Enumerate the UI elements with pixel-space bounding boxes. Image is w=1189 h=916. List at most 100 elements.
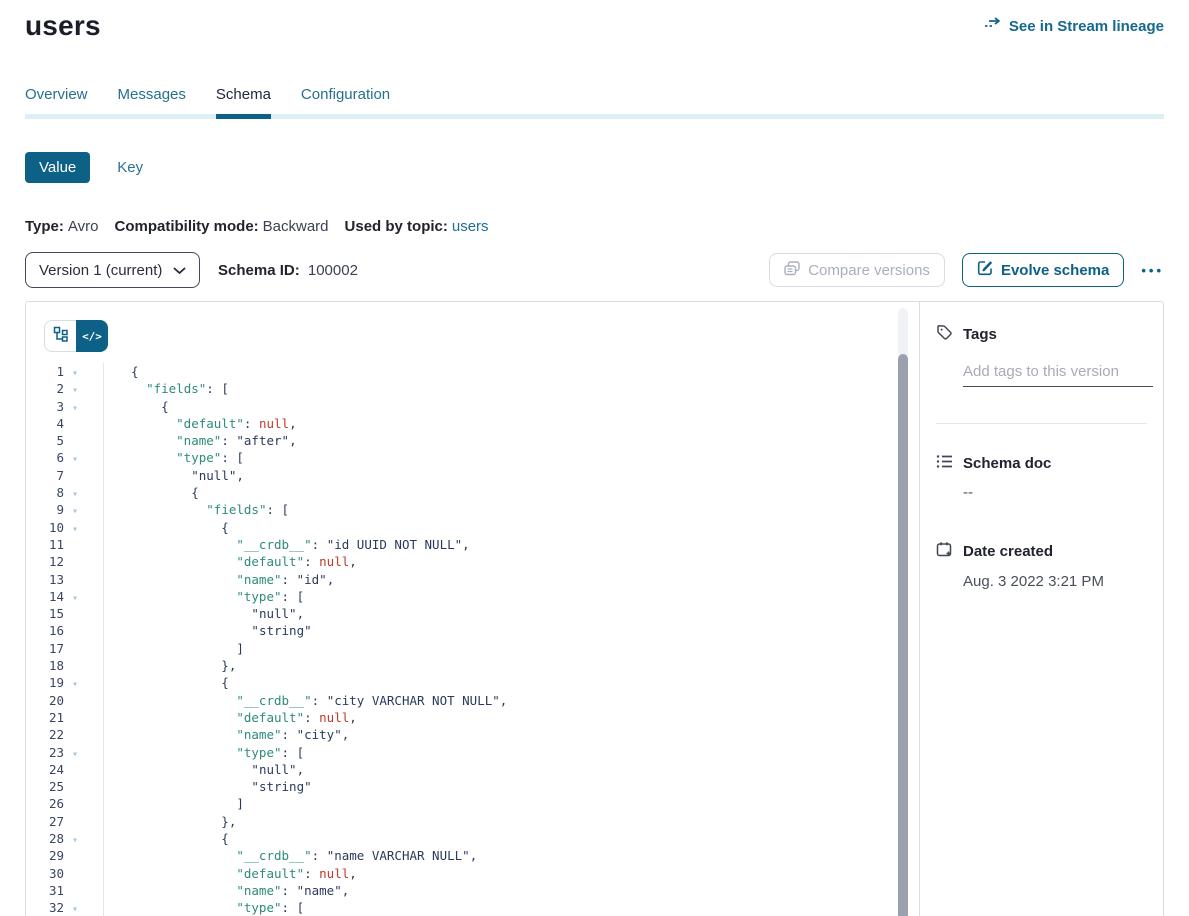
evolve-schema-button[interactable]: Evolve schema xyxy=(962,253,1124,287)
fold-arrow-icon[interactable]: ▾ xyxy=(64,484,104,501)
fold-gutter xyxy=(64,536,104,553)
schema-id-label: Schema ID: xyxy=(218,262,300,279)
fold-arrow-icon[interactable]: ▾ xyxy=(64,899,104,916)
code-text: "null", xyxy=(104,761,304,778)
fold-arrow-icon[interactable]: ▾ xyxy=(64,519,104,536)
code-text: { xyxy=(104,830,229,847)
line-number: 29 xyxy=(26,847,64,864)
fold-arrow-icon[interactable]: ▾ xyxy=(64,501,104,518)
tab-underline-track xyxy=(25,114,1164,119)
fold-arrow-icon[interactable]: ▾ xyxy=(64,744,104,761)
code-line: 24 "null", xyxy=(26,761,919,778)
fold-gutter xyxy=(64,761,104,778)
compatibility-label: Compatibility mode: xyxy=(114,218,258,235)
fold-arrow-icon[interactable]: ▾ xyxy=(64,398,104,415)
line-number: 5 xyxy=(26,432,64,449)
date-created-section-header: Date created xyxy=(936,541,1147,562)
fold-gutter xyxy=(64,415,104,432)
tab-schema[interactable]: Schema xyxy=(216,86,271,119)
code-text: { xyxy=(104,519,229,536)
line-number: 7 xyxy=(26,467,64,484)
code-view-button[interactable]: </> xyxy=(76,320,108,352)
code-text: "fields": [ xyxy=(104,380,229,397)
code-line: 6▾ "type": [ xyxy=(26,449,919,466)
line-number: 26 xyxy=(26,795,64,812)
code-text: "default": null, xyxy=(104,553,357,570)
add-tags-input[interactable] xyxy=(963,359,1153,387)
fold-arrow-icon[interactable]: ▾ xyxy=(64,830,104,847)
topic-link[interactable]: users xyxy=(452,218,489,235)
key-toggle-button[interactable]: Key xyxy=(117,159,143,176)
fold-gutter xyxy=(64,865,104,882)
code-line: 4 "default": null, xyxy=(26,415,919,432)
line-number: 22 xyxy=(26,726,64,743)
code-text: "null", xyxy=(104,605,304,622)
fold-arrow-icon[interactable]: ▾ xyxy=(64,380,104,397)
compatibility-value: Backward xyxy=(263,218,329,235)
line-number: 11 xyxy=(26,536,64,553)
version-select-value: Version 1 (current) xyxy=(39,262,162,279)
code-text: "default": null, xyxy=(104,865,357,882)
code-line: 7 "null", xyxy=(26,467,919,484)
code-text: "__crdb__": "city VARCHAR NOT NULL", xyxy=(104,692,507,709)
editor-view-toggle: </> xyxy=(26,302,919,352)
code-text: ] xyxy=(104,640,244,657)
code-line: 32▾ "type": [ xyxy=(26,899,919,916)
code-line: 18 }, xyxy=(26,657,919,674)
line-number: 8 xyxy=(26,484,64,501)
line-number: 15 xyxy=(26,605,64,622)
calendar-icon xyxy=(936,541,953,562)
value-toggle-button[interactable]: Value xyxy=(25,152,90,183)
schema-doc-title: Schema doc xyxy=(963,455,1051,472)
tree-view-button[interactable] xyxy=(44,320,76,352)
fold-gutter xyxy=(64,847,104,864)
code-text: { xyxy=(104,484,199,501)
line-number: 31 xyxy=(26,882,64,899)
code-line: 14▾ "type": [ xyxy=(26,588,919,605)
code-text: "name": "name", xyxy=(104,882,349,899)
fold-arrow-icon[interactable]: ▾ xyxy=(64,363,104,380)
code-text: "default": null, xyxy=(104,415,297,432)
fold-gutter xyxy=(64,692,104,709)
line-number: 30 xyxy=(26,865,64,882)
type-label: Type: xyxy=(25,218,64,235)
stream-lineage-link[interactable]: See in Stream lineage xyxy=(984,17,1164,35)
code-scrollbar[interactable] xyxy=(898,308,908,916)
tags-section-header: Tags xyxy=(936,324,1147,345)
sidebar-divider xyxy=(936,423,1147,424)
line-number: 6 xyxy=(26,449,64,466)
line-number: 9 xyxy=(26,501,64,518)
code-line: 15 "null", xyxy=(26,605,919,622)
schema-code-panel: </> 1▾{2▾ "fields": [3▾ {4 "default": nu… xyxy=(26,302,919,916)
fold-gutter xyxy=(64,553,104,570)
code-line: 19▾ { xyxy=(26,674,919,691)
fold-gutter xyxy=(64,657,104,674)
code-line: 9▾ "fields": [ xyxy=(26,501,919,518)
schema-doc-section-header: Schema doc xyxy=(936,454,1147,473)
code-text: "type": [ xyxy=(104,744,304,761)
code-text: }, xyxy=(104,657,236,674)
fold-arrow-icon[interactable]: ▾ xyxy=(64,588,104,605)
code-line: 5 "name": "after", xyxy=(26,432,919,449)
code-text: "fields": [ xyxy=(104,501,289,518)
version-select[interactable]: Version 1 (current) xyxy=(25,252,200,288)
code-scrollbar-thumb[interactable] xyxy=(898,354,908,916)
code-text: { xyxy=(104,398,169,415)
code-line: 31 "name": "name", xyxy=(26,882,919,899)
fold-arrow-icon[interactable]: ▾ xyxy=(64,449,104,466)
compare-versions-button[interactable]: Compare versions xyxy=(769,253,945,287)
line-number: 21 xyxy=(26,709,64,726)
code-line: 1▾{ xyxy=(26,363,919,380)
code-text: { xyxy=(104,674,229,691)
code-line: 16 "string" xyxy=(26,622,919,639)
more-options-button[interactable]: ••• xyxy=(1141,263,1164,278)
edit-schema-icon xyxy=(977,260,993,280)
value-key-toggle: Value Key xyxy=(25,152,1164,183)
tag-icon xyxy=(936,324,953,345)
page-header: users See in Stream lineage xyxy=(25,0,1164,42)
fold-gutter xyxy=(64,432,104,449)
code-line: 30 "default": null, xyxy=(26,865,919,882)
fold-arrow-icon[interactable]: ▾ xyxy=(64,674,104,691)
date-created-title: Date created xyxy=(963,543,1053,560)
fold-gutter xyxy=(64,813,104,830)
